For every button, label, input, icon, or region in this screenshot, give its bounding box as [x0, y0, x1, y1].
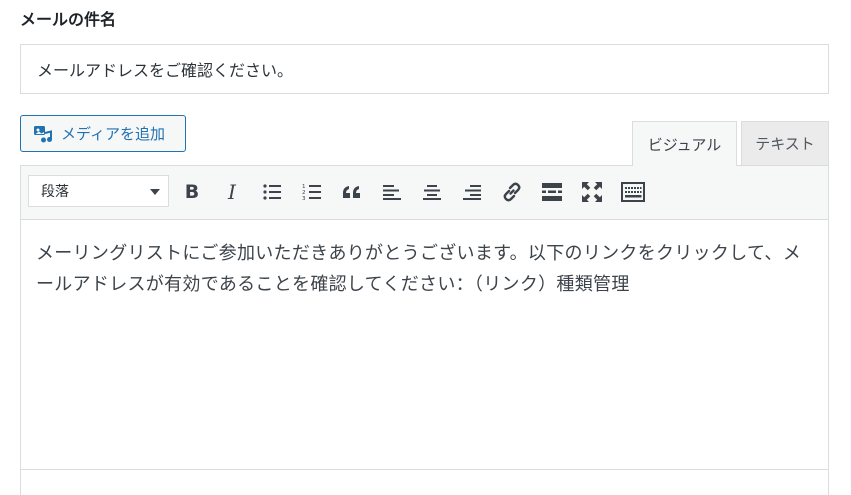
link-icon — [501, 181, 523, 203]
bulleted-list-icon — [262, 183, 282, 201]
tab-visual[interactable]: ビジュアル — [632, 121, 737, 166]
editor-toolbar: 段落 B I 1 2 3 — [21, 166, 828, 220]
insert-link-button[interactable] — [498, 178, 526, 206]
tab-text[interactable]: テキスト — [741, 121, 829, 165]
read-more-icon — [542, 183, 562, 201]
editor-frame: 段落 B I 1 2 3 メーリングリストにご参加いただきありがとうございます。… — [20, 165, 829, 495]
format-select-value: 段落 — [41, 184, 69, 200]
add-media-icon — [32, 123, 54, 145]
subject-input[interactable] — [20, 44, 829, 94]
bold-button[interactable]: B — [178, 178, 206, 206]
align-center-icon — [423, 184, 441, 200]
fullscreen-button[interactable] — [578, 178, 606, 206]
format-select[interactable]: 段落 — [28, 175, 169, 207]
align-left-icon — [383, 184, 401, 200]
email-editor-panel: メールの件名 メディアを追加 ビジュアル テキスト 段落 B I — [0, 0, 851, 495]
blockquote-button[interactable] — [338, 178, 366, 206]
numbered-list-button[interactable]: 1 2 3 — [298, 178, 326, 206]
chevron-down-icon — [150, 189, 160, 195]
add-media-button[interactable]: メディアを追加 — [20, 115, 186, 152]
numbered-list-icon: 1 2 3 — [302, 183, 322, 201]
subject-label: メールの件名 — [20, 10, 117, 29]
bulleted-list-button[interactable] — [258, 178, 286, 206]
toolbar-toggle-button[interactable] — [618, 178, 648, 206]
italic-button[interactable]: I — [218, 178, 246, 206]
align-right-button[interactable] — [458, 178, 486, 206]
keyboard-icon — [621, 182, 645, 202]
read-more-button[interactable] — [538, 178, 566, 206]
quote-icon — [342, 184, 362, 200]
align-left-button[interactable] — [378, 178, 406, 206]
align-center-button[interactable] — [418, 178, 446, 206]
svg-text:3: 3 — [302, 196, 306, 201]
editor-status-bar — [21, 469, 828, 495]
fullscreen-icon — [582, 182, 602, 202]
align-right-icon — [463, 184, 481, 200]
add-media-label: メディアを追加 — [61, 125, 165, 143]
editor-content[interactable]: メーリングリストにご参加いただきありがとうございます。以下のリンクをクリックして… — [36, 238, 816, 300]
